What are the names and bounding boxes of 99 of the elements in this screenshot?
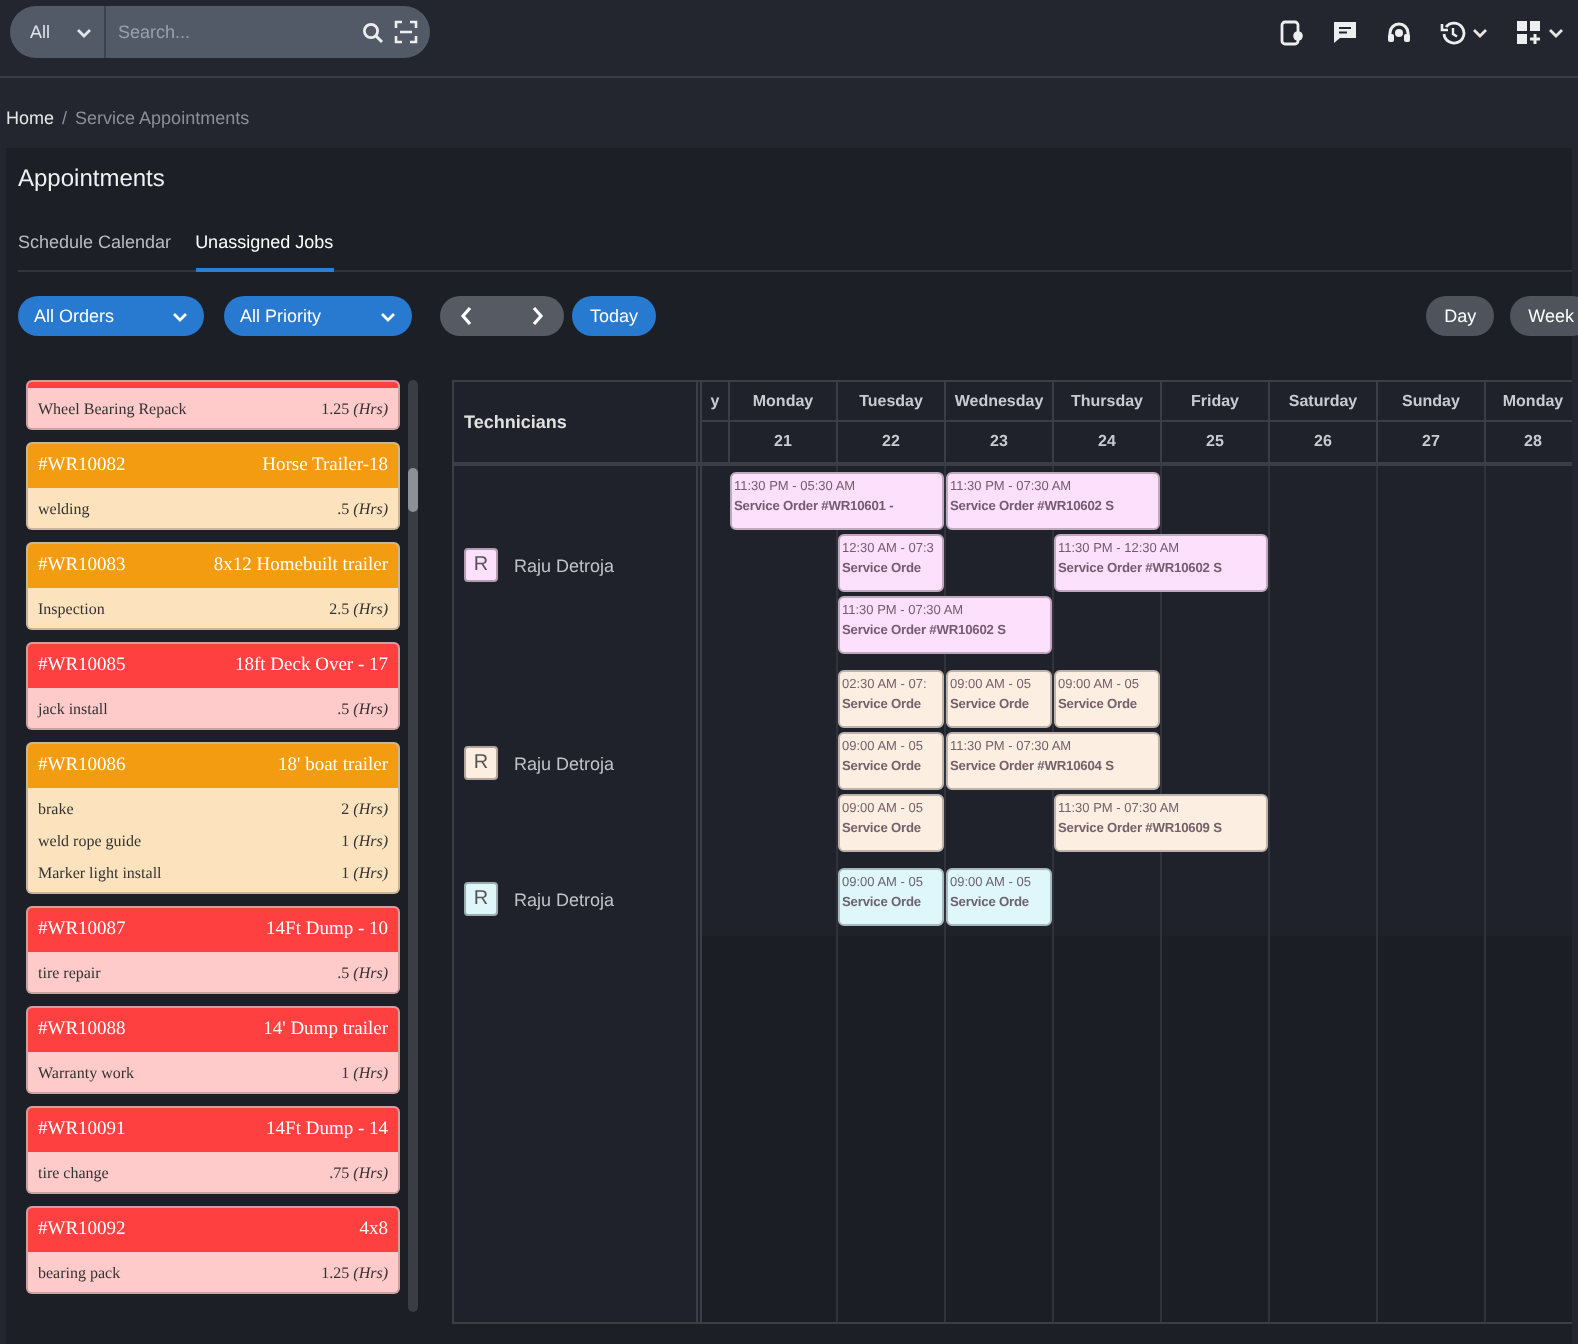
- chevron-icon: [1548, 27, 1564, 37]
- task-name: bearing pack: [38, 1263, 121, 1281]
- task-name: Warranty work: [38, 1063, 135, 1081]
- job-title: Horse Trailer-18: [262, 456, 388, 476]
- apps-icon[interactable]: [1516, 19, 1564, 45]
- avatar: R: [464, 746, 498, 780]
- previous-icon[interactable]: [460, 306, 474, 326]
- task-name: jack install: [38, 699, 108, 717]
- day-name: Monday: [1502, 392, 1564, 410]
- job-card[interactable]: #WR10082 Horse Trailer-18 welding .5 (Hrs): [26, 442, 400, 530]
- job-title: 18' boat trailer: [278, 756, 388, 776]
- priority-dropdown[interactable]: All Priority: [224, 296, 412, 336]
- mobile-icon[interactable]: [1280, 19, 1304, 45]
- day-name: Sunday: [1402, 392, 1460, 410]
- next-icon[interactable]: [530, 306, 544, 326]
- task-hours: .75 (Hrs): [329, 1163, 388, 1181]
- technician-name: Raju Detroja: [514, 555, 615, 575]
- technician-name: Raju Detroja: [514, 889, 615, 909]
- job-card[interactable]: #WR10085 18ft Deck Over - 17 jack install .5 (Hrs): [26, 642, 400, 730]
- day-date: 25: [1206, 432, 1224, 450]
- task-hours: 1 (Hrs): [341, 1063, 388, 1081]
- job-title: 14Ft Dump - 10: [266, 920, 388, 940]
- day-name: Thursday: [1070, 392, 1143, 410]
- technician-name: Raju Detroja: [514, 753, 615, 773]
- task-hours: .5 (Hrs): [337, 699, 388, 717]
- job-number: #WR10086: [38, 756, 126, 776]
- task-name: weld rope guide: [38, 831, 142, 849]
- job-title: 14' Dump trailer: [263, 1020, 388, 1040]
- headset-icon[interactable]: [1386, 19, 1412, 45]
- task-hours: .5 (Hrs): [337, 499, 388, 517]
- day-name: Friday: [1190, 392, 1239, 410]
- orders-dropdown[interactable]: All Orders: [18, 296, 204, 336]
- avatar: R: [464, 548, 498, 582]
- task-name: Marker light install: [38, 863, 162, 881]
- day-date: 21: [774, 432, 792, 450]
- breadcrumb-separator: /: [62, 108, 68, 128]
- task-name: Wheel Bearing Repack: [38, 399, 187, 417]
- day-name: Saturday: [1288, 392, 1358, 410]
- task-name: brake: [38, 799, 74, 817]
- avatar: R: [464, 882, 498, 916]
- caret-icon: [172, 311, 188, 321]
- job-title: 8x12 Homebuilt trailer: [213, 556, 388, 576]
- job-card[interactable]: #WR10092 4x8 bearing pack 1.25 (Hrs): [26, 1206, 400, 1294]
- task-name: tire change: [38, 1163, 109, 1181]
- job-title: 4x8: [359, 1220, 388, 1240]
- today-button[interactable]: Today: [572, 296, 657, 336]
- chevron-icon: [1472, 27, 1488, 37]
- page-title: Appointments: [18, 164, 167, 192]
- job-number: #WR10082: [38, 456, 126, 476]
- task-hours: 1.25 (Hrs): [321, 1263, 388, 1281]
- job-title: 18ft Deck Over - 17: [234, 656, 388, 676]
- day-date: 23: [990, 432, 1008, 450]
- job-card[interactable]: #WR10087 14Ft Dump - 10 tire repair .5 (Hrs): [26, 906, 400, 994]
- task-hours: 1 (Hrs): [341, 831, 388, 849]
- tab[interactable]: Schedule Calendar: [18, 232, 172, 272]
- chat-icon[interactable]: [1332, 20, 1358, 44]
- job-card[interactable]: #WR10088 14' Dump trailer Warranty work 1 (Hrs): [26, 1006, 400, 1094]
- task-name: welding: [38, 499, 90, 517]
- view-button[interactable]: Week: [1510, 296, 1578, 336]
- caret-icon: [380, 311, 396, 321]
- task-hours: 2 (Hrs): [341, 799, 388, 817]
- day-date: 22: [882, 432, 900, 450]
- task-name: Inspection: [38, 599, 105, 617]
- job-number: #WR10087: [38, 920, 126, 940]
- scan-icon[interactable]: [394, 20, 418, 44]
- day-name: y: [710, 392, 720, 410]
- job-number: #WR10088: [38, 1020, 126, 1040]
- task-hours: 1 (Hrs): [341, 863, 388, 881]
- history-icon[interactable]: [1440, 19, 1488, 45]
- job-number: #WR10085: [38, 656, 126, 676]
- caret-icon: [76, 27, 92, 37]
- job-title: 14Ft Dump - 14: [266, 1120, 388, 1140]
- task-hours: 2.5 (Hrs): [329, 599, 388, 617]
- day-date: 28: [1524, 432, 1542, 450]
- task-hours: .5 (Hrs): [337, 963, 388, 981]
- day-date: 26: [1314, 432, 1332, 450]
- search-field[interactable]: Search...: [106, 22, 362, 42]
- job-number: #WR10092: [38, 1220, 126, 1240]
- breadcrumb-current: Service Appointments: [75, 108, 250, 128]
- job-number: #WR10091: [38, 1120, 126, 1140]
- job-number: #WR10083: [38, 556, 126, 576]
- day-name: Wednesday: [954, 392, 1044, 410]
- job-card[interactable]: #WR10083 8x12 Homebuilt trailer Inspection 2.5 (Hrs): [26, 542, 400, 630]
- scrollbar-thumb[interactable]: [408, 468, 418, 512]
- view-button[interactable]: Day: [1426, 296, 1495, 336]
- job-card[interactable]: #WR10091 14Ft Dump - 14 tire change .75 (Hrs): [26, 1106, 400, 1194]
- tab[interactable]: Unassigned Jobs: [195, 232, 334, 272]
- task-hours: 1.25 (Hrs): [321, 399, 388, 417]
- column-header: Technicians: [464, 412, 567, 432]
- day-date: 24: [1098, 432, 1116, 450]
- scope-dropdown[interactable]: All: [10, 6, 106, 58]
- task-name: tire repair: [38, 963, 101, 981]
- day-name: Monday: [752, 392, 814, 410]
- search-icon[interactable]: [362, 21, 384, 43]
- job-card[interactable]: #WR10086 18' boat trailer brake 2 (Hrs) weld rope guide 1 (Hrs) Marker light install 1 (Hrs): [26, 742, 400, 894]
- breadcrumb-link[interactable]: Home: [6, 108, 55, 128]
- day-name: Tuesday: [859, 392, 923, 410]
- job-card[interactable]: Wheel Bearing Repack 1.25 (Hrs): [26, 380, 400, 430]
- day-date: 27: [1422, 432, 1440, 450]
